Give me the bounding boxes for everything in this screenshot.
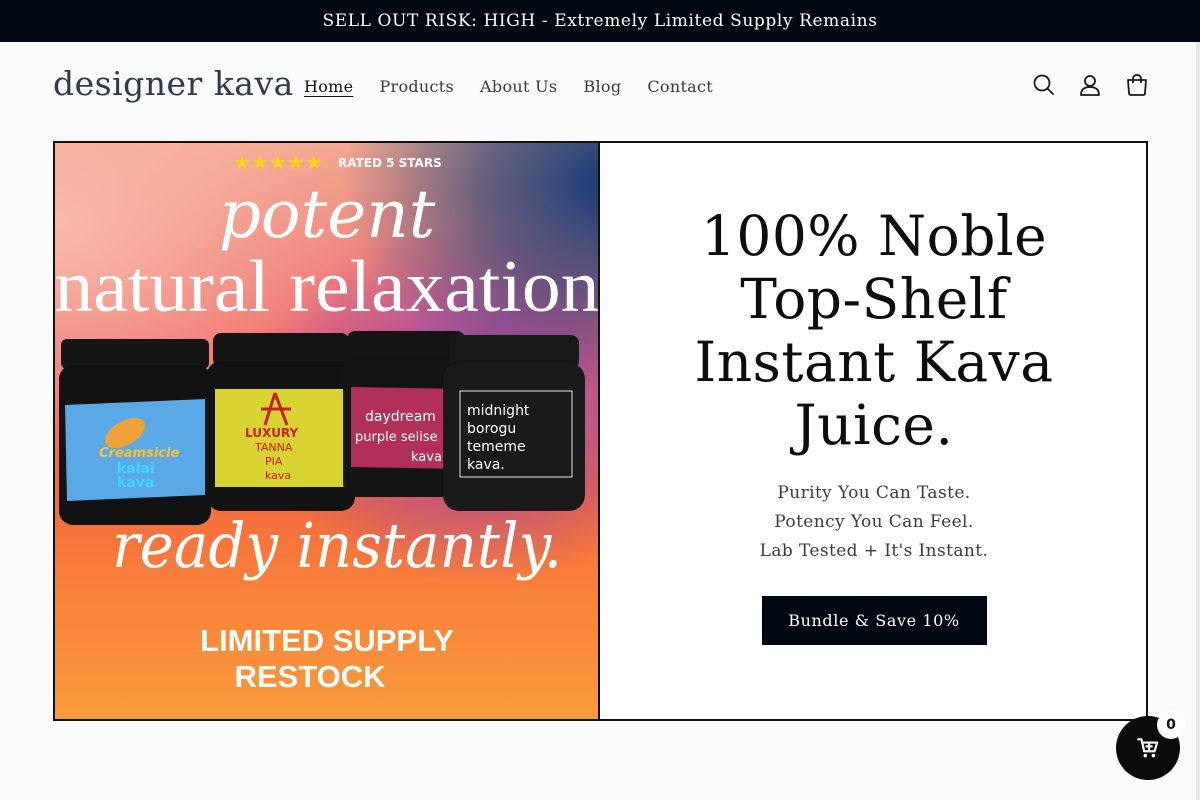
- site-header: designer kava Home Products About Us Blo…: [0, 42, 1200, 130]
- svg-text:LUXURY: LUXURY: [245, 426, 299, 440]
- svg-text:midnight: midnight: [467, 403, 530, 419]
- site-logo[interactable]: designer kava: [53, 64, 294, 103]
- svg-text:PIA: PIA: [265, 455, 283, 468]
- hero-product-image: ★★★★★ RATED 5 STARS potent natural relax…: [55, 143, 600, 719]
- svg-text:purple selise: purple selise: [355, 430, 438, 445]
- rating-text: RATED 5 STARS: [338, 156, 442, 170]
- nav-blog[interactable]: Blog: [570, 77, 634, 96]
- svg-text:borogu: borogu: [467, 421, 516, 437]
- svg-text:kava: kava: [411, 450, 442, 465]
- announcement-text: SELL OUT RISK: HIGH - Extremely Limited …: [322, 11, 878, 31]
- hero-content: 100% Noble Top-Shelf Instant Kava Juice.…: [602, 143, 1146, 719]
- account-icon[interactable]: [1077, 72, 1103, 98]
- hero-artwork: ★★★★★ RATED 5 STARS potent natural relax…: [55, 150, 600, 694]
- nav-about-us[interactable]: About Us: [467, 77, 570, 96]
- svg-text:Creamsicle: Creamsicle: [99, 446, 179, 461]
- announcement-bar: SELL OUT RISK: HIGH - Extremely Limited …: [0, 0, 1200, 42]
- hero-banner: ★★★★★ RATED 5 STARS potent natural relax…: [53, 141, 1148, 721]
- search-icon[interactable]: [1031, 72, 1057, 98]
- svg-text:kava: kava: [117, 475, 154, 491]
- nav-home[interactable]: Home: [291, 77, 366, 96]
- nav-contact[interactable]: Contact: [634, 77, 726, 96]
- headline-mid: natural relaxation: [55, 246, 600, 328]
- headline-top: potent: [219, 176, 436, 253]
- svg-text:TANNA: TANNA: [254, 441, 293, 454]
- svg-text:daydream: daydream: [365, 409, 436, 425]
- headline-bottom: ready instantly.: [112, 509, 562, 582]
- main-nav: Home Products About Us Blog Contact: [291, 42, 726, 130]
- restock-line-1: LIMITED SUPPLY: [200, 623, 454, 658]
- cart-icon[interactable]: [1124, 72, 1150, 98]
- nav-products[interactable]: Products: [366, 77, 467, 96]
- jar-midnight: midnight borogu tememe kava.: [443, 335, 585, 511]
- shopping-cart-icon: [1137, 738, 1159, 758]
- bundle-save-button[interactable]: Bundle & Save 10%: [761, 596, 987, 645]
- page-scrollbar[interactable]: [1196, 42, 1200, 800]
- jar-creamsicle: Creamsicle kalai kava: [59, 339, 211, 525]
- restock-line-2: RESTOCK: [234, 659, 386, 694]
- svg-text:kava.: kava.: [467, 457, 505, 473]
- svg-text:tememe: tememe: [467, 439, 526, 455]
- hero-subtitle: Purity You Can Taste. Potency You Can Fe…: [759, 483, 989, 561]
- cart-count-badge: 0: [1157, 711, 1185, 739]
- rating-stars: ★★★★★: [233, 150, 323, 174]
- hero-title: 100% Noble Top-Shelf Instant Kava Juice.: [694, 204, 1054, 457]
- jar-luxury-tanna: LUXURY TANNA PIA kava: [207, 333, 355, 511]
- svg-text:kava: kava: [265, 469, 291, 482]
